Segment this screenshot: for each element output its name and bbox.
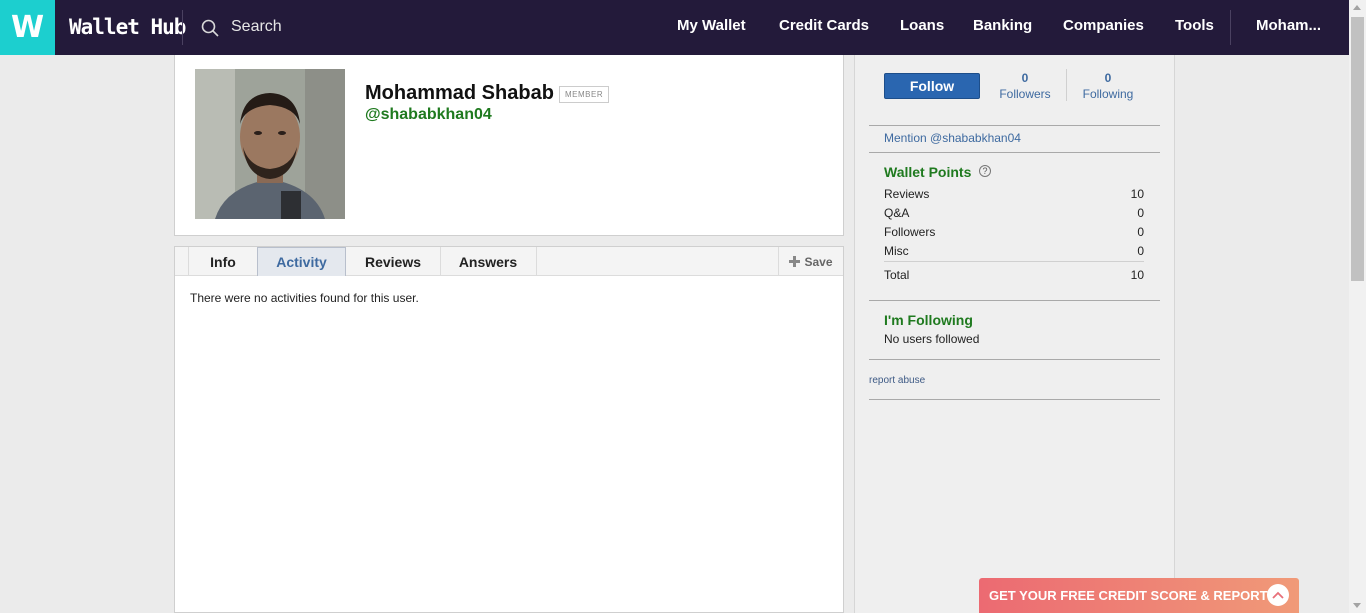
- nav-loans[interactable]: Loans: [900, 17, 944, 34]
- report-abuse-link[interactable]: report abuse: [869, 375, 925, 386]
- wallet-points-title: Wallet Points: [884, 164, 972, 180]
- tab-bar: Info Activity Reviews Answers Save: [175, 247, 843, 276]
- tab-spacer: [175, 247, 189, 276]
- points-value: 0: [1137, 225, 1144, 239]
- scroll-down-icon[interactable]: [1353, 603, 1361, 608]
- following-stat[interactable]: 0 Following: [1077, 70, 1139, 102]
- search-input[interactable]: Search: [231, 18, 282, 36]
- points-value: 10: [1130, 187, 1144, 201]
- logo[interactable]: W: [0, 0, 55, 55]
- points-value: 0: [1137, 206, 1144, 220]
- points-label: Reviews: [884, 187, 930, 201]
- brand-name[interactable]: Wallet Hub: [69, 15, 186, 39]
- mention-link[interactable]: Mention @shababkhan04: [884, 131, 1021, 145]
- nav-companies[interactable]: Companies: [1063, 17, 1144, 34]
- followers-label: Followers: [999, 87, 1051, 101]
- nav-tools[interactable]: Tools: [1175, 17, 1214, 34]
- points-divider: [884, 261, 1144, 262]
- stat-divider: [1066, 69, 1067, 101]
- points-value: 0: [1137, 244, 1144, 258]
- nav-divider: [1230, 10, 1231, 45]
- member-badge: MEMBER: [559, 86, 610, 103]
- tab-answers[interactable]: Answers: [440, 247, 537, 276]
- follow-button[interactable]: Follow: [884, 73, 980, 99]
- search-icon[interactable]: [201, 19, 219, 37]
- divider: [869, 399, 1160, 400]
- divider: [869, 300, 1160, 301]
- plus-icon: [789, 256, 801, 267]
- points-label: Followers: [884, 225, 936, 239]
- top-nav: W Wallet Hub Search My Wallet Credit Car…: [0, 0, 1349, 55]
- followers-stat[interactable]: 0 Followers: [995, 70, 1055, 102]
- divider: [869, 125, 1160, 126]
- nav-banking[interactable]: Banking: [973, 17, 1032, 34]
- nav-my-wallet[interactable]: My Wallet: [677, 17, 746, 34]
- points-label: Misc: [884, 244, 909, 258]
- banner-text: GET YOUR FREE CREDIT SCORE & REPORT: [989, 588, 1268, 603]
- activity-panel: Info Activity Reviews Answers Save There…: [174, 246, 844, 613]
- scrollbar-thumb[interactable]: [1351, 17, 1364, 281]
- points-row-total: Total 10: [884, 268, 1144, 282]
- no-users-followed: No users followed: [884, 332, 980, 346]
- points-row-misc: Misc 0: [884, 244, 1144, 258]
- tab-info[interactable]: Info: [189, 247, 258, 276]
- following-count: 0: [1104, 71, 1112, 85]
- points-row-reviews: Reviews 10: [884, 187, 1144, 201]
- scroll-up-icon[interactable]: [1353, 5, 1361, 10]
- divider: [869, 152, 1160, 153]
- empty-activity-message: There were no activities found for this …: [190, 291, 419, 305]
- nav-divider: [182, 10, 183, 45]
- tab-reviews[interactable]: Reviews: [346, 247, 441, 276]
- profile-card: Mohammad Shabab MEMBER @shababkhan04: [174, 55, 844, 236]
- divider: [869, 359, 1160, 360]
- points-row-qa: Q&A 0: [884, 206, 1144, 220]
- following-title: I'm Following: [884, 312, 973, 328]
- save-label: Save: [804, 254, 833, 269]
- followers-count: 0: [1021, 71, 1029, 85]
- nav-credit-cards[interactable]: Credit Cards: [779, 17, 869, 34]
- profile-sidebar: Follow 0 Followers 0 Following Mention @…: [854, 55, 1175, 613]
- following-label: Following: [1082, 87, 1134, 101]
- avatar: [195, 69, 345, 219]
- save-button[interactable]: Save: [778, 247, 843, 276]
- profile-name: Mohammad Shabab: [365, 82, 554, 104]
- points-total-value: 10: [1130, 268, 1144, 282]
- profile-handle: @shababkhan04: [365, 106, 492, 123]
- points-label: Q&A: [884, 206, 910, 220]
- help-icon[interactable]: ?: [979, 165, 991, 177]
- tab-activity[interactable]: Activity: [257, 247, 346, 276]
- nav-user-menu[interactable]: Moham...: [1256, 17, 1321, 34]
- chevron-up-icon[interactable]: [1267, 584, 1289, 606]
- points-total-label: Total: [884, 268, 910, 282]
- points-row-followers: Followers 0: [884, 225, 1144, 239]
- credit-score-banner[interactable]: GET YOUR FREE CREDIT SCORE & REPORT: [979, 578, 1299, 613]
